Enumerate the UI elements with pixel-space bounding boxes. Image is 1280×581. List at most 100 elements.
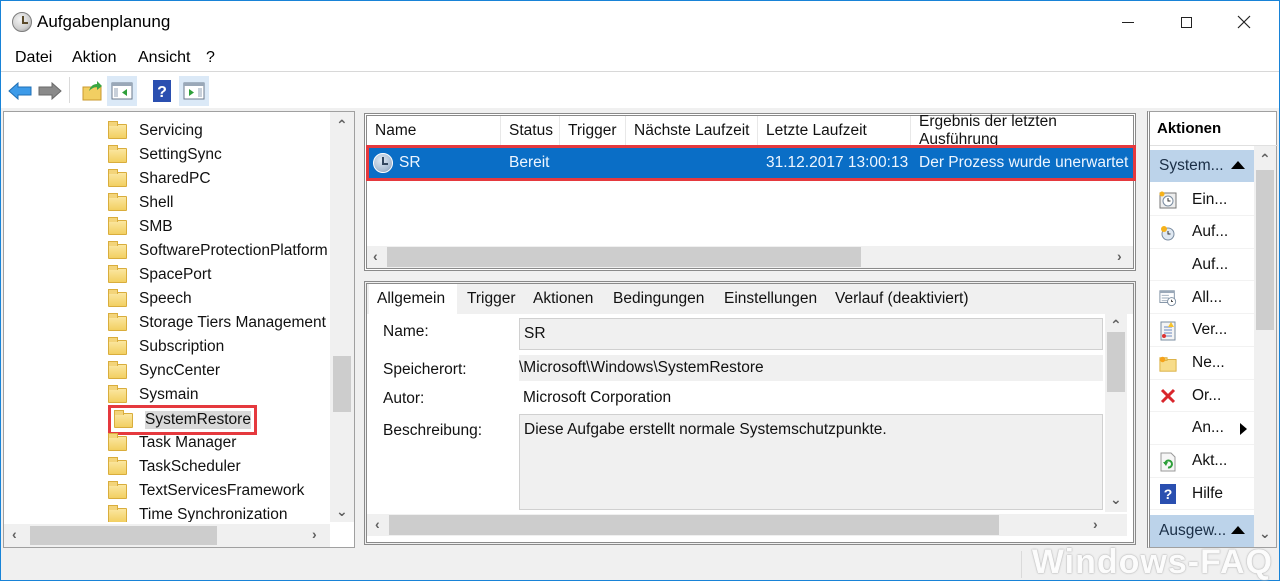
tree-item-label: Subscription xyxy=(139,338,225,355)
tree-hscroll-thumb[interactable] xyxy=(30,526,217,545)
folder-icon xyxy=(108,192,127,211)
scroll-right-icon[interactable]: › xyxy=(1117,249,1122,263)
tree-item-label: Shell xyxy=(139,194,174,211)
scroll-down-icon[interactable]: ⌄ xyxy=(1110,492,1122,506)
scroll-up-icon[interactable]: ⌃ xyxy=(1259,152,1271,166)
show-action-pane-button[interactable] xyxy=(179,76,209,106)
scroll-left-icon[interactable]: ‹ xyxy=(375,517,380,531)
actions-vscroll-thumb[interactable] xyxy=(1256,170,1274,330)
details-horizontal-scrollbar[interactable]: ‹ › xyxy=(367,514,1127,536)
details-hscroll-thumb[interactable] xyxy=(389,515,999,535)
arrow-right-icon xyxy=(38,82,62,100)
back-button[interactable] xyxy=(5,76,35,106)
action-item[interactable]: Auf... xyxy=(1150,217,1254,249)
tree-item[interactable]: SystemRestore xyxy=(108,405,257,435)
tree-item[interactable]: SyncCenter xyxy=(108,359,220,383)
scroll-left-icon[interactable]: ‹ xyxy=(373,249,378,263)
minimize-button[interactable] xyxy=(1099,1,1157,43)
tree-item-label: Storage Tiers Management xyxy=(139,314,326,331)
name-field[interactable]: SR xyxy=(519,318,1103,350)
action-item-label: Hilfe xyxy=(1192,484,1224,502)
task-details: Allgemein Trigger Aktionen Bedingungen E… xyxy=(364,281,1136,545)
scroll-up-icon[interactable]: ⌃ xyxy=(336,118,348,132)
tree-item[interactable]: SharedPC xyxy=(108,167,211,191)
tree-horizontal-scrollbar[interactable]: ‹ › xyxy=(4,524,330,547)
details-vscroll-thumb[interactable] xyxy=(1107,332,1125,392)
show-console-tree-button[interactable] xyxy=(107,76,137,106)
menu-datei[interactable]: Datei xyxy=(15,49,52,67)
task-next-run xyxy=(634,148,760,178)
action-item[interactable]: Ein... xyxy=(1150,184,1254,216)
tree-item[interactable]: Shell xyxy=(108,191,173,215)
help-icon: ? xyxy=(1159,484,1177,505)
action-item[interactable]: An... xyxy=(1150,413,1254,445)
forward-button[interactable] xyxy=(35,76,65,106)
svg-text:?: ? xyxy=(157,84,167,101)
maximize-button[interactable] xyxy=(1157,1,1215,43)
tree-item-label: Time Synchronization xyxy=(139,506,288,522)
tree-item-label: Sysmain xyxy=(139,386,199,403)
tree-item[interactable]: Servicing xyxy=(108,119,203,143)
tree-item[interactable]: SMB xyxy=(108,215,173,239)
column-header-next-run[interactable]: Nächste Laufzeit xyxy=(626,116,758,146)
tree-item[interactable]: Time Synchronization xyxy=(108,503,287,522)
action-item[interactable]: Or... xyxy=(1150,380,1254,413)
up-folder-button[interactable] xyxy=(77,76,107,106)
scroll-down-icon[interactable]: ⌄ xyxy=(336,504,348,518)
tree-item[interactable]: TextServicesFramework xyxy=(108,479,304,503)
action-item[interactable]: Auf... xyxy=(1150,249,1254,282)
menu-ansicht[interactable]: Ansicht xyxy=(138,49,190,67)
action-item[interactable]: Ne... xyxy=(1150,348,1254,380)
tab-verlauf[interactable]: Verlauf (deaktiviert) xyxy=(827,284,977,314)
menu-help[interactable]: ? xyxy=(206,49,215,67)
tab-einstellungen[interactable]: Einstellungen xyxy=(716,284,825,314)
tree-vertical-scrollbar[interactable]: ⌃ ⌄ xyxy=(330,112,354,522)
task-scheduler-window: Aufgabenplanung Datei Aktion Ansicht ? ? xyxy=(0,0,1280,581)
task-list-horizontal-scrollbar[interactable]: ‹ › xyxy=(367,246,1133,268)
scroll-down-icon[interactable]: ⌄ xyxy=(1259,526,1271,540)
tab-allgemein[interactable]: Allgemein xyxy=(369,284,457,314)
column-header-last-run[interactable]: Letzte Laufzeit xyxy=(758,116,911,146)
scroll-up-icon[interactable]: ⌃ xyxy=(1110,318,1122,332)
tree-item[interactable]: Storage Tiers Management xyxy=(108,311,326,335)
tab-trigger[interactable]: Trigger xyxy=(459,284,524,314)
tab-aktionen[interactable]: Aktionen xyxy=(525,284,601,314)
delete-folder-icon xyxy=(1159,387,1177,405)
column-header-name[interactable]: Name xyxy=(367,116,501,146)
column-header-status[interactable]: Status xyxy=(501,116,560,146)
tree-item[interactable]: TaskScheduler xyxy=(108,455,241,479)
column-header-result[interactable]: Ergebnis der letzten Ausführung xyxy=(911,113,1133,148)
task-row[interactable]: SR Bereit 31.12.2017 13:00:13 Der Prozes… xyxy=(366,145,1136,181)
actions-vertical-scrollbar[interactable]: ⌃ ⌄ xyxy=(1254,146,1276,547)
tab-bedingungen[interactable]: Bedingungen xyxy=(605,284,712,314)
close-icon xyxy=(1237,15,1251,29)
tree-item[interactable]: Speech xyxy=(108,287,192,311)
tree-item[interactable]: Sysmain xyxy=(108,383,198,407)
tree-item-label: Task Manager xyxy=(139,434,237,451)
tree-item[interactable]: SpacePort xyxy=(108,263,211,287)
location-value: \Microsoft\Windows\SystemRestore xyxy=(519,355,1103,381)
tree-item-label: SettingSync xyxy=(139,146,222,163)
description-field[interactable]: Diese Aufgabe erstellt normale Systemsch… xyxy=(519,414,1103,510)
action-item[interactable]: Akt... xyxy=(1150,446,1254,478)
scroll-left-icon[interactable]: ‹ xyxy=(12,527,17,541)
tree-vscroll-thumb[interactable] xyxy=(333,356,351,412)
action-item[interactable]: Ver... xyxy=(1150,315,1254,347)
tree-item[interactable]: SoftwareProtectionPlatform xyxy=(108,239,328,263)
help-button[interactable]: ? xyxy=(147,76,177,106)
details-vertical-scrollbar[interactable]: ⌃ ⌄ xyxy=(1105,314,1127,512)
scroll-right-icon[interactable]: › xyxy=(1093,517,1098,531)
actions-group-system[interactable]: System... xyxy=(1150,150,1254,182)
column-header-trigger[interactable]: Trigger xyxy=(560,116,626,146)
tree-item[interactable]: SettingSync xyxy=(108,143,222,167)
task-list-hscroll-thumb[interactable] xyxy=(387,247,861,267)
menu-aktion[interactable]: Aktion xyxy=(72,49,116,67)
help-icon: ? xyxy=(153,80,171,102)
action-item[interactable]: ? Hilfe xyxy=(1150,478,1254,511)
action-item[interactable]: All... xyxy=(1150,282,1254,315)
scroll-right-icon[interactable]: › xyxy=(312,527,317,541)
tree-item[interactable]: Subscription xyxy=(108,335,224,359)
close-button[interactable] xyxy=(1215,1,1273,43)
action-item-label: Ne... xyxy=(1192,354,1225,371)
tree-item[interactable]: Task Manager xyxy=(108,431,236,455)
